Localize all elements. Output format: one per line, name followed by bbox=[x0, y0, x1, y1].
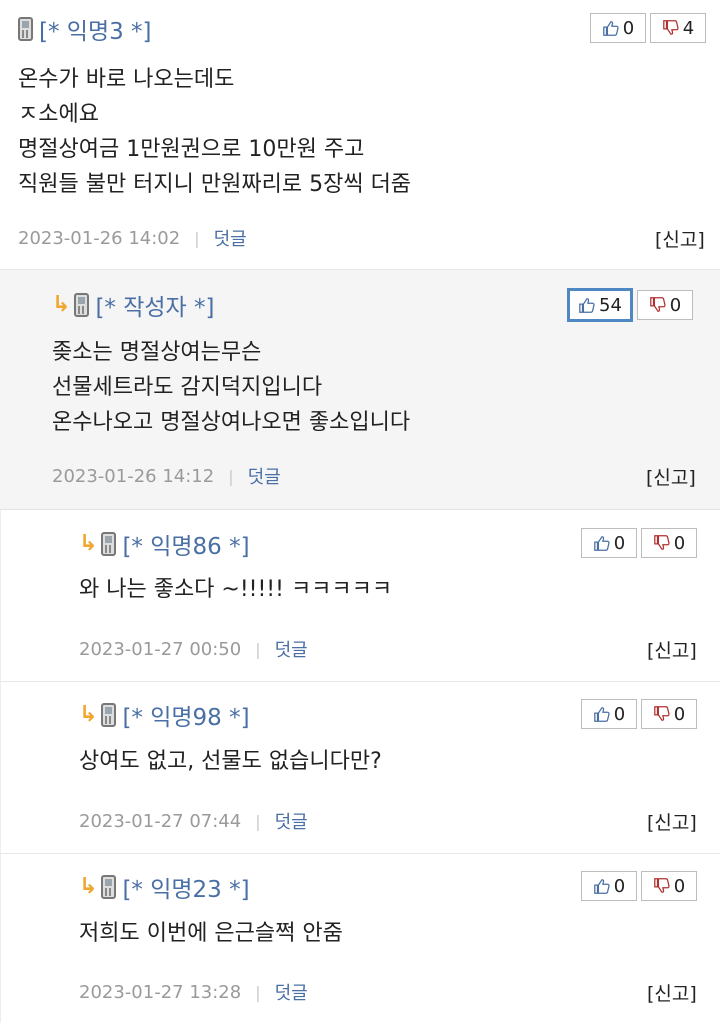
comment-reply: ↳ [* 익명86 *] 0 0 와 나는 좋소다 ~!!!!! ㅋㅋㅋㅋㅋ 2… bbox=[0, 510, 720, 682]
upvote-button[interactable]: 0 bbox=[581, 871, 637, 901]
comment-header: [* 익명3 *] bbox=[18, 13, 152, 45]
comment-meta: 2023-01-27 00:50 | 덧글 bbox=[79, 636, 308, 662]
comment-line: 상여도 없고, 선물도 없습니다만? bbox=[79, 749, 382, 774]
comment-date: 2023-01-27 00:50 bbox=[79, 638, 242, 660]
upvote-button[interactable]: 0 bbox=[581, 528, 637, 558]
comment-date: 2023-01-26 14:02 bbox=[18, 227, 181, 249]
upvote-count: 0 bbox=[613, 875, 626, 897]
upvote-button[interactable]: 0 bbox=[581, 699, 637, 729]
mobile-phone-icon bbox=[74, 293, 90, 317]
downvote-count: 4 bbox=[682, 17, 695, 39]
upvote-button[interactable]: 54 bbox=[567, 288, 633, 322]
vote-buttons: 0 0 bbox=[581, 871, 697, 901]
comment-author: [* 작성자 *] bbox=[95, 295, 215, 321]
downvote-button[interactable]: 0 bbox=[637, 290, 693, 320]
comment-author: [* 익명86 *] bbox=[122, 534, 250, 560]
comment-header: ↳ [* 익명23 *] bbox=[79, 871, 250, 903]
comment-line: ㅈ소에요 bbox=[18, 102, 99, 127]
upvote-button[interactable]: 0 bbox=[590, 13, 646, 43]
report-link[interactable]: [신고] bbox=[647, 979, 697, 1006]
separator: | bbox=[194, 228, 200, 248]
thumbs-down-icon bbox=[653, 535, 670, 550]
thumbs-down-icon bbox=[649, 297, 666, 312]
comment-line: 선물세트라도 감지덕지입니다 bbox=[52, 375, 323, 400]
downvote-button[interactable]: 0 bbox=[641, 528, 697, 558]
mobile-phone-icon bbox=[101, 875, 117, 899]
comment-header: ↳ [* 작성자 *] bbox=[52, 289, 215, 321]
comment-reply: ↳ [* 작성자 *] 54 0 좆소는 명절상여는무슨 선물세트라도 감지덕지… bbox=[0, 270, 720, 510]
thumbs-down-icon bbox=[662, 20, 679, 35]
comment-line: 온수가 바로 나오는데도 bbox=[18, 67, 235, 92]
vote-buttons: 0 0 bbox=[581, 528, 697, 558]
comment-body: 온수가 바로 나오는데도 ㅈ소에요 명절상여금 1만원권으로 10만원 주고 직… bbox=[18, 62, 411, 202]
reply-arrow-icon: ↳ bbox=[79, 874, 98, 899]
downvote-count: 0 bbox=[673, 875, 686, 897]
reply-link[interactable]: 덧글 bbox=[248, 463, 281, 489]
comment-meta: 2023-01-26 14:12 | 덧글 bbox=[52, 463, 281, 489]
comment-body: 좆소는 명절상여는무슨 선물세트라도 감지덕지입니다 온수나오고 명절상여나오면… bbox=[52, 335, 410, 440]
comment-line: 저희도 이번에 은근슬쩍 안줌 bbox=[79, 921, 343, 946]
vote-buttons: 54 0 bbox=[567, 288, 693, 322]
comment-reply: ↳ [* 익명23 *] 0 0 저희도 이번에 은근슬쩍 안줌 2023-01… bbox=[0, 854, 720, 1023]
thumbs-up-icon bbox=[579, 298, 595, 313]
vote-buttons: 0 0 bbox=[581, 699, 697, 729]
comment-meta: 2023-01-27 13:28 | 덧글 bbox=[79, 979, 308, 1005]
comment-body: 와 나는 좋소다 ~!!!!! ㅋㅋㅋㅋㅋ bbox=[79, 572, 392, 607]
reply-link[interactable]: 덧글 bbox=[275, 636, 308, 662]
comment-author: [* 익명23 *] bbox=[122, 877, 250, 903]
report-link[interactable]: [신고] bbox=[647, 808, 697, 835]
mobile-phone-icon bbox=[101, 532, 117, 556]
comment-line: 온수나오고 명절상여나오면 좋소입니다 bbox=[52, 410, 411, 435]
upvote-count: 54 bbox=[599, 294, 622, 316]
comment-author: [* 익명98 *] bbox=[122, 705, 250, 731]
comment-line: 와 나는 좋소다 ~!!!!! ㅋㅋㅋㅋㅋ bbox=[79, 577, 393, 602]
comment-line: 명절상여금 1만원권으로 10만원 주고 bbox=[18, 137, 365, 162]
mobile-phone-icon bbox=[101, 703, 117, 727]
reply-link[interactable]: 덧글 bbox=[275, 979, 308, 1005]
downvote-count: 0 bbox=[673, 532, 686, 554]
comment-reply: ↳ [* 익명98 *] 0 0 상여도 없고, 선물도 없습니다만? 2023… bbox=[0, 682, 720, 854]
downvote-count: 0 bbox=[673, 703, 686, 725]
comment-date: 2023-01-26 14:12 bbox=[52, 465, 215, 487]
report-link[interactable]: [신고] bbox=[646, 463, 696, 490]
comment: [* 익명3 *] 0 4 온수가 바로 나오는데도 ㅈ소에요 명절상여금 1만… bbox=[0, 0, 720, 270]
comment-meta: 2023-01-26 14:02 | 덧글 bbox=[18, 225, 247, 251]
separator: | bbox=[255, 639, 261, 659]
separator: | bbox=[255, 811, 261, 831]
comment-meta: 2023-01-27 07:44 | 덧글 bbox=[79, 808, 308, 834]
comment-header: ↳ [* 익명86 *] bbox=[79, 528, 250, 560]
reply-link[interactable]: 덧글 bbox=[275, 808, 308, 834]
reply-arrow-icon: ↳ bbox=[52, 292, 71, 317]
downvote-button[interactable]: 0 bbox=[641, 871, 697, 901]
downvote-count: 0 bbox=[669, 294, 682, 316]
separator: | bbox=[228, 466, 234, 486]
comment-date: 2023-01-27 07:44 bbox=[79, 810, 242, 832]
comment-body: 상여도 없고, 선물도 없습니다만? bbox=[79, 744, 382, 779]
upvote-count: 0 bbox=[613, 532, 626, 554]
comment-line: 직원들 불만 터지니 만원짜리로 5장씩 더줌 bbox=[18, 172, 412, 197]
downvote-button[interactable]: 4 bbox=[650, 13, 706, 43]
reply-arrow-icon: ↳ bbox=[79, 702, 98, 727]
thumbs-down-icon bbox=[653, 878, 670, 893]
mobile-phone-icon bbox=[18, 17, 33, 41]
comment-header: ↳ [* 익명98 *] bbox=[79, 699, 250, 731]
upvote-count: 0 bbox=[622, 17, 635, 39]
separator: | bbox=[255, 982, 261, 1002]
downvote-button[interactable]: 0 bbox=[641, 699, 697, 729]
thumbs-down-icon bbox=[653, 706, 670, 721]
reply-link[interactable]: 덧글 bbox=[214, 225, 247, 251]
comment-author: [* 익명3 *] bbox=[39, 19, 152, 45]
report-link[interactable]: [신고] bbox=[647, 636, 697, 663]
vote-buttons: 0 4 bbox=[590, 13, 706, 43]
comment-line: 좆소는 명절상여는무슨 bbox=[52, 340, 262, 365]
report-link[interactable]: [신고] bbox=[655, 225, 705, 252]
comment-body: 저희도 이번에 은근슬쩍 안줌 bbox=[79, 916, 343, 951]
upvote-count: 0 bbox=[613, 703, 626, 725]
thumbs-up-icon bbox=[593, 879, 610, 894]
thumbs-up-icon bbox=[593, 707, 610, 722]
thumbs-up-icon bbox=[593, 536, 610, 551]
thumbs-up-icon bbox=[602, 21, 619, 36]
comment-date: 2023-01-27 13:28 bbox=[79, 981, 242, 1003]
reply-arrow-icon: ↳ bbox=[79, 531, 98, 556]
